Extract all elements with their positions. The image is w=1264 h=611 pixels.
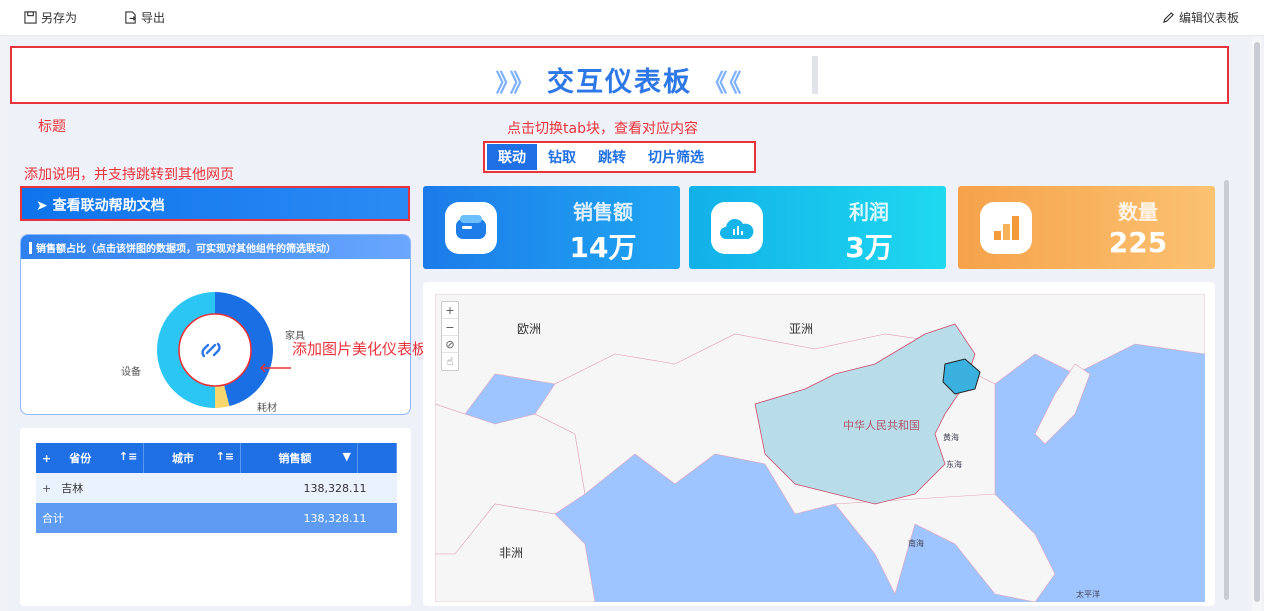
edit-dashboard-button[interactable]: 编辑仪表板 bbox=[1162, 9, 1239, 26]
pie-card-title: 销售额占比（点击该饼图的数据项，可实现对其他组件的筛选联动） bbox=[36, 244, 336, 255]
total-sales: 138,328.11 bbox=[240, 503, 397, 533]
kpi-card-sales: 销售额 14万 bbox=[423, 186, 680, 269]
title-left-arrows: 》》 bbox=[495, 69, 536, 97]
image-placeholder-ring bbox=[178, 313, 252, 387]
map-label-south-sea: 南海 bbox=[908, 539, 924, 548]
col-city-header[interactable]: 城市 ↑≡ bbox=[143, 443, 242, 473]
dropdown-arrow-icon[interactable]: ▼ bbox=[343, 450, 351, 463]
tab-jump[interactable]: 跳转 bbox=[587, 144, 637, 170]
dashboard-title-box: 》》 交互仪表板 《《 bbox=[10, 46, 1229, 104]
annotation-help: 添加说明，并支持跳转到其他网页 bbox=[24, 167, 234, 183]
title-text: 交互仪表板 bbox=[547, 67, 692, 98]
pan-hand-button[interactable]: ☝ bbox=[442, 353, 458, 370]
map-label-pacific: 太平洋 bbox=[1076, 590, 1100, 599]
toolbar: 另存为 导出 编辑仪表板 bbox=[0, 0, 1264, 36]
content-scroll-thumb[interactable] bbox=[1224, 180, 1229, 600]
kpi-card-profit: 利润 3万 bbox=[689, 186, 946, 269]
save-as-label: 另存为 bbox=[41, 11, 78, 25]
help-doc-button[interactable]: ➤ 查看联动帮助文档 bbox=[20, 186, 410, 221]
export-button[interactable]: 导出 bbox=[124, 9, 165, 26]
bar-chart-icon bbox=[980, 202, 1032, 254]
edit-dashboard-label: 编辑仪表板 bbox=[1179, 11, 1240, 25]
table-total-row: 合计 138,328.11 bbox=[36, 503, 397, 533]
col-province-header[interactable]: + 省份 ↑≡ bbox=[36, 443, 145, 473]
pie-chart[interactable]: 家具耗材设备 bbox=[21, 259, 411, 415]
pencil-icon bbox=[1162, 12, 1174, 24]
sort-icon[interactable]: ↑≡ bbox=[216, 450, 234, 463]
cell-sales: 138,328.11 bbox=[240, 473, 397, 503]
total-city bbox=[143, 503, 241, 533]
map-label-china: 中华人民共和国 bbox=[843, 419, 920, 432]
table-row[interactable]: + 吉林 138,328.11 bbox=[36, 473, 397, 503]
col-city-label: 城市 bbox=[172, 452, 195, 465]
col-sales-label: 销售额 bbox=[278, 452, 312, 465]
export-icon bbox=[125, 11, 136, 24]
export-label: 导出 bbox=[141, 11, 166, 25]
map-label-asia: 亚洲 bbox=[789, 322, 814, 336]
kpi-sales-label: 销售额 bbox=[573, 200, 633, 224]
annotation-image: 添加图片美化仪表板 bbox=[292, 340, 428, 358]
pie-label-2: 设备 bbox=[121, 365, 141, 378]
col-sales-header[interactable]: 销售额 ▼ bbox=[240, 443, 359, 473]
tab-drill[interactable]: 钻取 bbox=[537, 144, 587, 170]
tab-bar: 联动 钻取 跳转 切片筛选 bbox=[483, 141, 756, 173]
table-header-row: + 省份 ↑≡ 城市 ↑≡ 销售额 ▼ bbox=[36, 443, 397, 473]
zoom-in-button[interactable]: + bbox=[442, 302, 458, 319]
kpi-quantity-value: 225 bbox=[1108, 226, 1168, 259]
sales-table: + 省份 ↑≡ 城市 ↑≡ 销售额 ▼ + 吉林 138,328.11 合计 138,32… bbox=[36, 443, 397, 533]
map-label-africa: 非洲 bbox=[499, 546, 524, 560]
map-label-east-sea: 东海 bbox=[946, 460, 962, 469]
wallet-icon bbox=[445, 202, 497, 254]
sales-table-card: + 省份 ↑≡ 城市 ↑≡ 销售额 ▼ + 吉林 138,328.11 合计 138,32… bbox=[20, 428, 411, 606]
kpi-sales-value: 14万 bbox=[569, 231, 637, 264]
kpi-profit-value: 3万 bbox=[845, 231, 893, 264]
chart-cloud-icon bbox=[711, 202, 763, 254]
col-empty-header bbox=[357, 443, 397, 473]
pie-card-header: 销售额占比（点击该饼图的数据项，可实现对其他组件的筛选联动） bbox=[21, 235, 410, 259]
save-as-button[interactable]: 另存为 bbox=[24, 9, 77, 26]
title-divider bbox=[812, 56, 818, 94]
annotation-title: 标题 bbox=[38, 119, 66, 135]
lasso-select-button[interactable]: ⊘ bbox=[442, 336, 458, 353]
title-right-arrows: 《《 bbox=[703, 69, 744, 97]
map-controls: + − ⊘ ☝ bbox=[441, 301, 459, 371]
world-map[interactable] bbox=[435, 294, 1205, 602]
expand-row-icon[interactable]: + bbox=[42, 482, 51, 495]
zoom-out-button[interactable]: − bbox=[442, 319, 458, 336]
save-icon bbox=[24, 11, 37, 24]
sort-icon[interactable]: ↑≡ bbox=[119, 450, 137, 463]
map-card: 欧洲 亚洲 非洲 中华人民共和国 黄海 东海 南海 太平洋 bbox=[423, 282, 1215, 606]
expand-all-icon[interactable]: + bbox=[42, 452, 51, 465]
pie-label-1: 耗材 bbox=[257, 401, 277, 414]
dashboard-title: 》》 交互仪表板 《《 bbox=[12, 60, 1227, 99]
tab-slicer[interactable]: 切片筛选 bbox=[637, 144, 715, 170]
sales-share-card: 销售额占比（点击该饼图的数据项，可实现对其他组件的筛选联动） 家具 耗材 设备 bbox=[20, 234, 411, 415]
kpi-profit-label: 利润 bbox=[849, 200, 889, 224]
page-scroll-thumb[interactable] bbox=[1254, 42, 1260, 602]
map-label-yellow-sea: 黄海 bbox=[943, 433, 959, 442]
kpi-quantity-label: 数量 bbox=[1118, 200, 1158, 224]
province-value: 吉林 bbox=[61, 482, 84, 495]
cell-province: + 吉林 bbox=[36, 473, 144, 503]
map-label-europe: 欧洲 bbox=[517, 322, 542, 336]
kpi-card-quantity: 数量 225 bbox=[958, 186, 1215, 269]
col-province-label: 省份 bbox=[69, 452, 92, 465]
annotation-tabs: 点击切换tab块，查看对应内容 bbox=[507, 121, 698, 137]
cell-city bbox=[143, 473, 241, 503]
tab-linkage[interactable]: 联动 bbox=[487, 144, 537, 170]
total-label: 合计 bbox=[36, 503, 144, 533]
